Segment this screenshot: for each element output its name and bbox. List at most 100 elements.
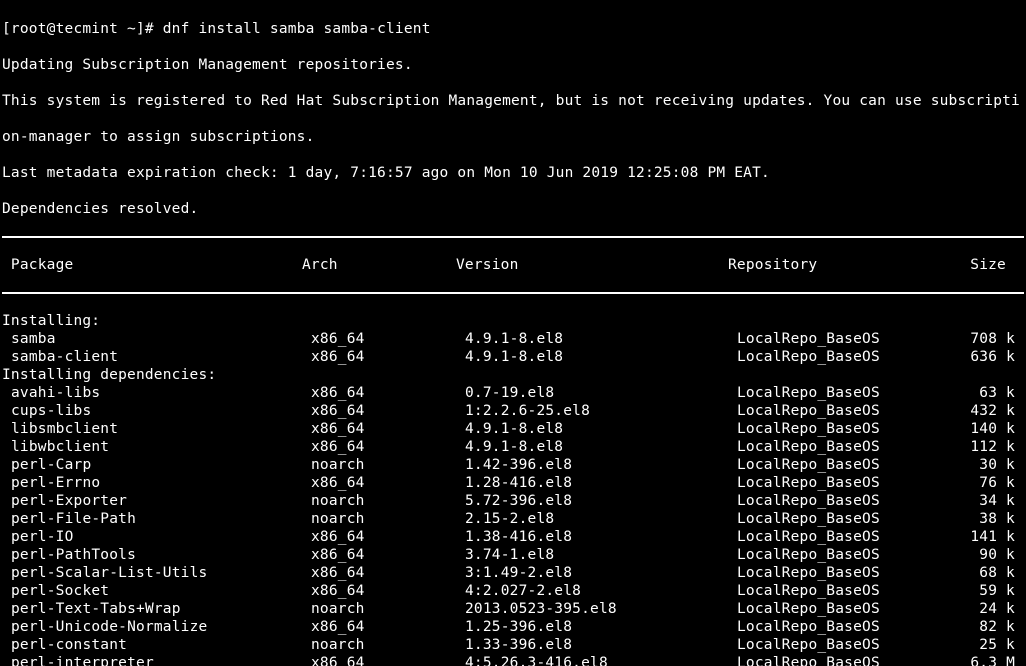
table-row: perl-Unicode-Normalizex86_641.25-396.el8… [2, 618, 1024, 636]
cell-arch: noarch [311, 456, 465, 474]
cell-arch: x86_64 [311, 330, 465, 348]
cell-arch: noarch [311, 492, 465, 510]
cell-size: 34 k [937, 492, 1015, 510]
col-version: Version [456, 256, 728, 274]
cell-size: 38 k [937, 510, 1015, 528]
cell-package: perl-IO [2, 528, 311, 546]
cell-repo: LocalRepo_BaseOS [737, 438, 937, 456]
output-line: Updating Subscription Management reposit… [2, 56, 1024, 74]
cell-package: perl-Exporter [2, 492, 311, 510]
cell-arch: noarch [311, 636, 465, 654]
cell-version: 4.9.1-8.el8 [465, 330, 737, 348]
cell-package: libsmbclient [2, 420, 311, 438]
table-row: samba-clientx86_644.9.1-8.el8LocalRepo_B… [2, 348, 1024, 366]
cell-arch: x86_64 [311, 618, 465, 636]
cell-repo: LocalRepo_BaseOS [737, 348, 937, 366]
package-list: Installing:sambax86_644.9.1-8.el8LocalRe… [2, 312, 1024, 666]
cell-package: samba [2, 330, 311, 348]
col-size: Size [928, 256, 1006, 274]
cell-version: 1.33-396.el8 [465, 636, 737, 654]
cell-arch: x86_64 [311, 564, 465, 582]
cell-version: 1:2.2.6-25.el8 [465, 402, 737, 420]
cell-arch: x86_64 [311, 474, 465, 492]
cell-version: 4.9.1-8.el8 [465, 420, 737, 438]
cell-size: 24 k [937, 600, 1015, 618]
cell-repo: LocalRepo_BaseOS [737, 456, 937, 474]
cell-size: 82 k [937, 618, 1015, 636]
cell-version: 1.38-416.el8 [465, 528, 737, 546]
cell-version: 3:1.49-2.el8 [465, 564, 737, 582]
cell-repo: LocalRepo_BaseOS [737, 618, 937, 636]
table-row: sambax86_644.9.1-8.el8LocalRepo_BaseOS70… [2, 330, 1024, 348]
cell-size: 76 k [937, 474, 1015, 492]
entered-command: dnf install samba samba-client [163, 21, 431, 37]
table-row: perl-constantnoarch1.33-396.el8LocalRepo… [2, 636, 1024, 654]
cell-package: perl-interpreter [2, 654, 311, 666]
cell-version: 3.74-1.el8 [465, 546, 737, 564]
cell-package: perl-Errno [2, 474, 311, 492]
output-line: This system is registered to Red Hat Sub… [2, 92, 1024, 110]
cell-repo: LocalRepo_BaseOS [737, 528, 937, 546]
output-line: Last metadata expiration check: 1 day, 7… [2, 164, 1024, 182]
col-package: Package [2, 256, 302, 274]
table-row: cups-libsx86_641:2.2.6-25.el8LocalRepo_B… [2, 402, 1024, 420]
cell-repo: LocalRepo_BaseOS [737, 582, 937, 600]
cell-version: 5.72-396.el8 [465, 492, 737, 510]
cell-version: 2013.0523-395.el8 [465, 600, 737, 618]
cell-arch: x86_64 [311, 546, 465, 564]
cell-repo: LocalRepo_BaseOS [737, 330, 937, 348]
cell-arch: x86_64 [311, 402, 465, 420]
cell-repo: LocalRepo_BaseOS [737, 492, 937, 510]
cell-package: perl-Socket [2, 582, 311, 600]
cell-version: 1.42-396.el8 [465, 456, 737, 474]
cell-version: 2.15-2.el8 [465, 510, 737, 528]
cell-package: perl-Scalar-List-Utils [2, 564, 311, 582]
cell-package: samba-client [2, 348, 311, 366]
cell-package: libwbclient [2, 438, 311, 456]
table-header: Package Arch Version Repository Size [2, 256, 1024, 274]
cell-package: perl-Unicode-Normalize [2, 618, 311, 636]
cell-size: 90 k [937, 546, 1015, 564]
cell-version: 4:2.027-2.el8 [465, 582, 737, 600]
cell-repo: LocalRepo_BaseOS [737, 564, 937, 582]
table-row: perl-Carpnoarch1.42-396.el8LocalRepo_Bas… [2, 456, 1024, 474]
cell-arch: noarch [311, 510, 465, 528]
col-arch: Arch [302, 256, 456, 274]
cell-arch: x86_64 [311, 438, 465, 456]
cell-size: 25 k [937, 636, 1015, 654]
cell-size: 636 k [937, 348, 1015, 366]
output-line: Dependencies resolved. [2, 200, 1024, 218]
terminal[interactable]: [root@tecmint ~]# dnf install samba samb… [0, 0, 1026, 666]
shell-prompt: [root@tecmint ~]# [2, 21, 163, 37]
divider [2, 292, 1024, 294]
cell-size: 141 k [937, 528, 1015, 546]
cell-repo: LocalRepo_BaseOS [737, 384, 937, 402]
cell-package: perl-Carp [2, 456, 311, 474]
cell-version: 4.9.1-8.el8 [465, 348, 737, 366]
table-row: perl-Scalar-List-Utilsx86_643:1.49-2.el8… [2, 564, 1024, 582]
cell-repo: LocalRepo_BaseOS [737, 636, 937, 654]
cell-size: 140 k [937, 420, 1015, 438]
cell-repo: LocalRepo_BaseOS [737, 420, 937, 438]
col-repository: Repository [728, 256, 928, 274]
table-row: perl-IOx86_641.38-416.el8LocalRepo_BaseO… [2, 528, 1024, 546]
cell-repo: LocalRepo_BaseOS [737, 402, 937, 420]
cell-size: 432 k [937, 402, 1015, 420]
cell-size: 59 k [937, 582, 1015, 600]
cell-repo: LocalRepo_BaseOS [737, 654, 937, 666]
cell-arch: x86_64 [311, 348, 465, 366]
table-row: libsmbclientx86_644.9.1-8.el8LocalRepo_B… [2, 420, 1024, 438]
table-row: perl-Errnox86_641.28-416.el8LocalRepo_Ba… [2, 474, 1024, 492]
cell-arch: x86_64 [311, 420, 465, 438]
cell-arch: x86_64 [311, 582, 465, 600]
cell-size: 68 k [937, 564, 1015, 582]
cell-arch: x86_64 [311, 384, 465, 402]
table-row: avahi-libsx86_640.7-19.el8LocalRepo_Base… [2, 384, 1024, 402]
cell-repo: LocalRepo_BaseOS [737, 546, 937, 564]
table-row: perl-interpreterx86_644:5.26.3-416.el8Lo… [2, 654, 1024, 666]
cell-package: cups-libs [2, 402, 311, 420]
cell-size: 112 k [937, 438, 1015, 456]
cell-arch: x86_64 [311, 528, 465, 546]
cell-version: 0.7-19.el8 [465, 384, 737, 402]
table-row: perl-Exporternoarch5.72-396.el8LocalRepo… [2, 492, 1024, 510]
